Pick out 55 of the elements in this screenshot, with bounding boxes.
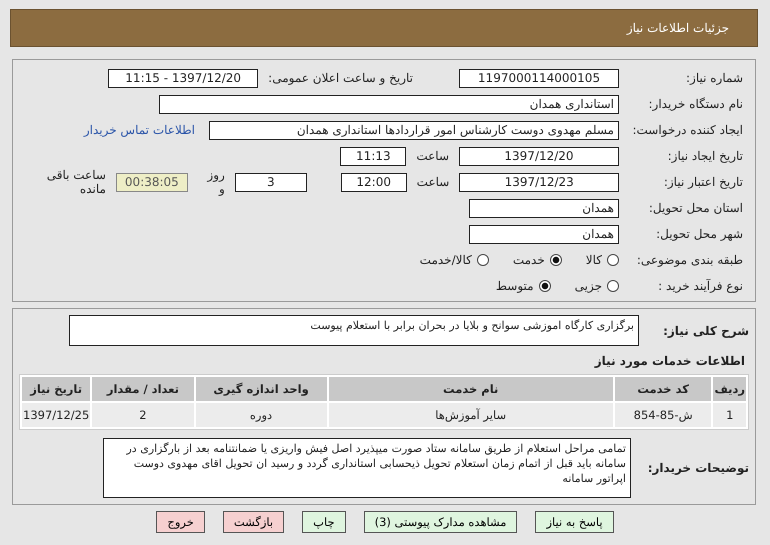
table-cell: سایر آموزش‌ها [328, 403, 613, 427]
field-label: روز و [206, 168, 226, 196]
action-button[interactable]: مشاهده مدارک پیوستی (3) [364, 511, 518, 533]
created-time-field: 11:13 [340, 146, 406, 166]
table-cell: 2 [92, 403, 194, 427]
field-label: شهر محل تحویل: [655, 227, 744, 241]
column-header: نام خدمت [328, 377, 613, 401]
buyer-notes-field: تمامی مراحل استعلام از طریق سامانه ستاد صورت میپذیرد اصل فیش واریزی یا ضمانتنامه بعد از بارگزاری در سامانه باید قبل از اتمام زمان استعلام تحویل ذیحسابی استانداری گردد و رسید ان تحویل اقای مهدوی دوست اپراتور سامانه [103, 438, 631, 498]
created-date-field: 1397/12/20 [459, 146, 619, 166]
column-header: واحد اندازه گیری [196, 377, 326, 401]
buyer-contact-link[interactable]: اطلاعات تماس خریدار [84, 123, 195, 137]
action-button[interactable]: پاسخ به نیاز [535, 511, 614, 533]
field-label: تاریخ اعتبار نیاز: [662, 175, 744, 189]
field-label: ایجاد کننده درخواست: [631, 123, 744, 137]
field-label: شرح کلی نیاز: [662, 324, 749, 338]
field-label: نام دستگاه خریدار: [648, 97, 744, 111]
remaining-time-field: 00:38:05 [116, 172, 188, 192]
buyer-org-field: استانداری همدان [159, 94, 619, 114]
category-radio[interactable]: کالا [586, 253, 619, 267]
table-cell: 1397/12/25 [22, 403, 90, 427]
page-title: جزئیات اطلاعات نیاز [626, 21, 729, 35]
field-label: طبقه بندی موضوعی: [636, 253, 744, 267]
column-header: تعداد / مقدار [92, 377, 194, 401]
description-field: برگزاری کارگاه اموزشی سوانح و بلایا در بحران برابر با استعلام پیوست [69, 315, 639, 346]
need-number-field: 1197000114000105 [459, 68, 619, 88]
field-label: تاریخ ایجاد نیاز: [666, 149, 744, 163]
city-field: همدان [469, 224, 619, 244]
action-button[interactable]: بازگشت [222, 511, 284, 533]
process-radio[interactable]: جزیی [574, 279, 619, 293]
validity-time-field: 12:00 [340, 172, 407, 192]
column-header: تاریخ نیاز [22, 377, 90, 401]
field-label: ساعت [416, 175, 450, 189]
category-radio[interactable]: کالا/خدمت [420, 253, 489, 267]
field-label: ساعت باقی مانده [46, 168, 107, 196]
field-label: استان محل تحویل: [648, 201, 744, 215]
action-button[interactable]: چاپ [302, 511, 346, 533]
days-field: 3 [234, 172, 307, 192]
section-title: اطلاعات خدمات مورد نیاز [593, 354, 745, 368]
column-header: کد خدمت [614, 377, 712, 401]
validity-date-field: 1397/12/23 [459, 172, 620, 192]
table-cell: دوره [196, 403, 326, 427]
field-label: نوع فرآیند خرید : [657, 279, 744, 293]
requester-field: مسلم مهدوی دوست کارشناس امور قراردادها استانداری همدان [209, 120, 619, 140]
column-header: ردیف [713, 377, 746, 401]
announce-date-field: 1397/12/20 - 11:15 [108, 68, 258, 88]
province-field: همدان [469, 198, 619, 218]
field-label: شماره نیاز: [685, 71, 744, 85]
table-cell: 1 [713, 403, 746, 427]
category-radio[interactable]: خدمت [512, 253, 562, 267]
table-cell: ش-85-854 [614, 403, 712, 427]
field-label: تاریخ و ساعت اعلان عمومی: [268, 71, 413, 85]
field-label: ساعت [415, 149, 450, 163]
action-button[interactable]: خروج [156, 511, 205, 533]
process-radio[interactable]: متوسط [496, 279, 551, 293]
field-label: توضیحات خریدار: [649, 461, 749, 475]
